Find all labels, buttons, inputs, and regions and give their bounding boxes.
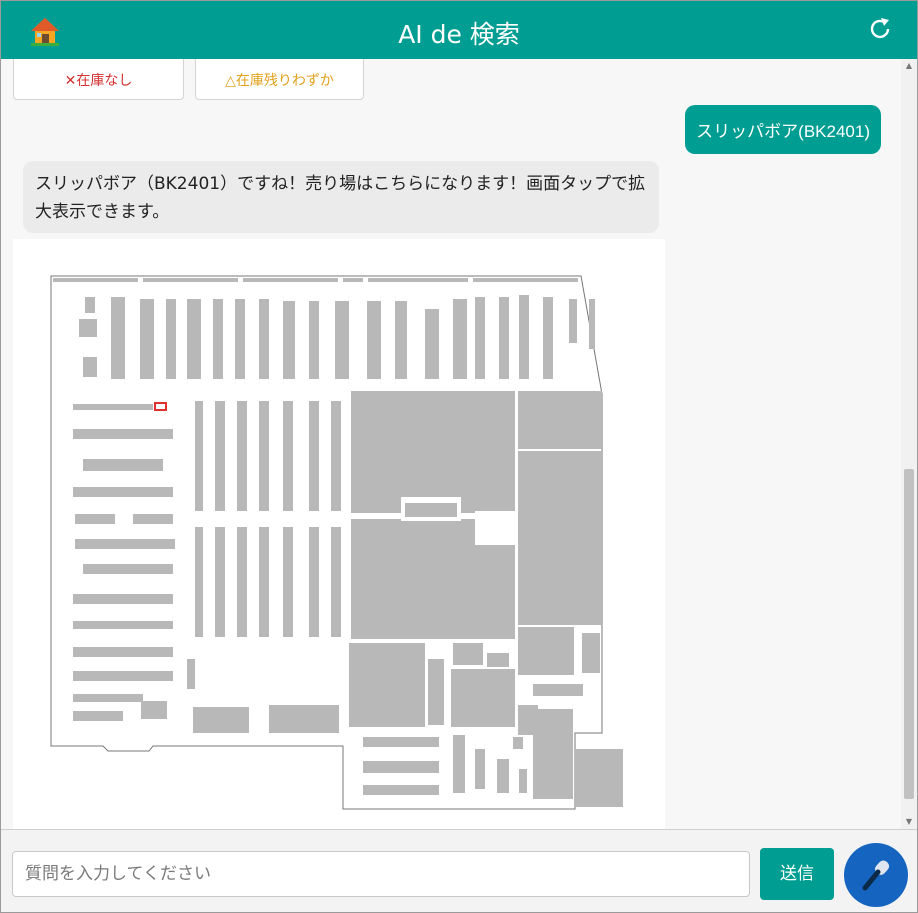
mic-button[interactable] (844, 843, 908, 907)
user-message: スリッパボア(BK2401) (685, 105, 881, 154)
floor-map-image[interactable] (13, 239, 665, 829)
page-title: AI de 検索 (398, 20, 520, 49)
bot-message: スリッパボア（BK2401）ですね！売り場はこちらになります！画面タップで拡大表… (23, 161, 659, 233)
store-floor-map[interactable] (13, 239, 665, 829)
input-bar: 送信 (1, 829, 917, 912)
stock-few-button[interactable]: △在庫残りわずか (195, 59, 364, 100)
chat-scrollbar[interactable]: ▲ ▼ (901, 59, 917, 829)
chat-area[interactable]: ✕在庫なし △在庫残りわずか スリッパボア(BK2401) スリッパボア（BK2… (1, 59, 901, 829)
scrollbar-thumb[interactable] (904, 469, 914, 799)
microphone-icon (862, 860, 890, 891)
app-header: AI de 検索 (1, 1, 917, 59)
refresh-icon[interactable] (867, 16, 893, 42)
scroll-down-icon[interactable]: ▼ (901, 815, 917, 829)
send-button[interactable]: 送信 (760, 848, 834, 900)
stock-none-button[interactable]: ✕在庫なし (13, 59, 184, 100)
question-input[interactable] (12, 851, 750, 897)
scroll-up-icon[interactable]: ▲ (901, 59, 917, 73)
